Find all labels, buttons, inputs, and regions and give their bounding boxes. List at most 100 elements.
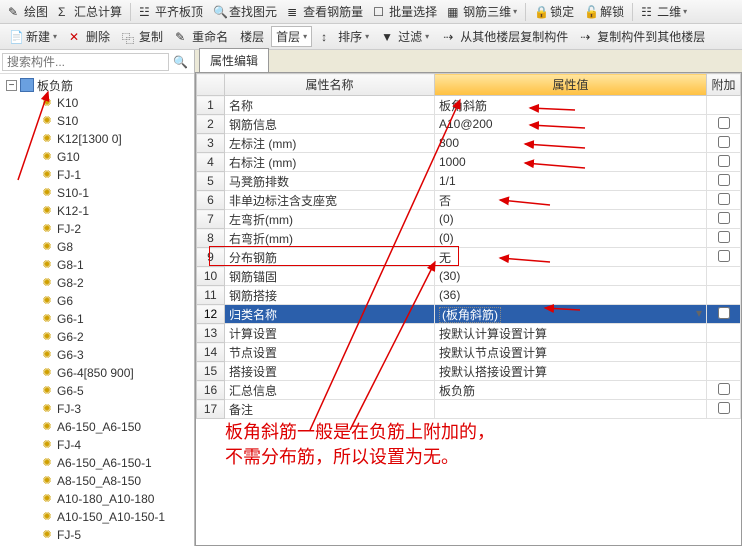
tree-item[interactable]: ✺G10 (4, 148, 194, 166)
property-value[interactable]: 板负筋 (435, 381, 707, 400)
property-value[interactable]: (30) (435, 267, 707, 286)
property-addcheck[interactable] (707, 286, 741, 305)
property-addcheck[interactable] (707, 400, 741, 419)
copyfrom-button[interactable]: ⇢从其他楼层复制构件 (438, 26, 573, 47)
tree-item[interactable]: ✺FJ-2 (4, 220, 194, 238)
property-row[interactable]: 5马凳筋排数1/1 (197, 172, 741, 191)
viewrebar-button[interactable]: ≣查看钢筋量 (283, 1, 367, 22)
checkbox[interactable] (718, 250, 730, 262)
property-row[interactable]: 6非单边标注含支座宽否 (197, 191, 741, 210)
tree-item[interactable]: ✺G8-1 (4, 256, 194, 274)
property-value[interactable]: 800 (435, 134, 707, 153)
property-addcheck[interactable] (707, 343, 741, 362)
property-addcheck[interactable] (707, 248, 741, 267)
tree-item[interactable]: ✺FJ-3 (4, 400, 194, 418)
property-addcheck[interactable] (707, 324, 741, 343)
tree-item[interactable]: ✺G6-5 (4, 382, 194, 400)
checkbox[interactable] (718, 383, 730, 395)
property-addcheck[interactable] (707, 381, 741, 400)
tree-item[interactable]: ✺G6-4[850 900] (4, 364, 194, 382)
tree-item[interactable]: ✺S10 (4, 112, 194, 130)
property-addcheck[interactable] (707, 267, 741, 286)
flatten-button[interactable]: ☳平齐板顶 (135, 1, 207, 22)
property-row[interactable]: 17备注 (197, 400, 741, 419)
property-addcheck[interactable] (707, 305, 741, 324)
property-addcheck[interactable] (707, 191, 741, 210)
property-value[interactable]: 1000 (435, 153, 707, 172)
property-value[interactable] (435, 400, 707, 419)
checkbox[interactable] (718, 136, 730, 148)
property-value[interactable]: 按默认节点设置计算 (435, 343, 707, 362)
rename-button[interactable]: ✎重命名 (170, 26, 233, 47)
property-grid[interactable]: 属性名称 属性值 附加 1名称板角斜筋2钢筋信息A10@2003左标注 (mm)… (195, 72, 742, 546)
delete-button[interactable]: ✕删除 (64, 26, 115, 47)
2d-button[interactable]: ☷二维▾ (637, 1, 691, 22)
property-value[interactable]: 无 (435, 248, 707, 267)
property-row[interactable]: 15搭接设置按默认搭接设置计算 (197, 362, 741, 381)
rebar3d-button[interactable]: ▦钢筋三维▾ (443, 1, 521, 22)
checkbox[interactable] (718, 117, 730, 129)
tree-item[interactable]: ✺K12[1300 0] (4, 130, 194, 148)
tree-item[interactable]: ✺G6-3 (4, 346, 194, 364)
filter-button[interactable]: ▼过滤▾ (376, 26, 434, 47)
checkbox[interactable] (718, 212, 730, 224)
tree-item[interactable]: ✺A10-150_A10-150-1 (4, 508, 194, 526)
tree-item[interactable]: ✺A8-150_A8-150 (4, 472, 194, 490)
tree-item[interactable]: ✺A6-150_A6-150 (4, 418, 194, 436)
tree-item[interactable]: ✺G8 (4, 238, 194, 256)
findelem-button[interactable]: 🔍查找图元 (209, 1, 281, 22)
collapse-icon[interactable]: − (6, 80, 17, 91)
tree-item[interactable]: ✺K10 (4, 94, 194, 112)
draw-button[interactable]: ✎绘图 (4, 1, 52, 22)
tree-item[interactable]: ✺G6-2 (4, 328, 194, 346)
property-row[interactable]: 3左标注 (mm)800 (197, 134, 741, 153)
tree-item[interactable]: ✺A6-150_A6-150-1 (4, 454, 194, 472)
component-tree[interactable]: − 板负筋 ✺K10✺S10✺K12[1300 0]✺G10✺FJ-1✺S10-… (0, 74, 194, 546)
property-addcheck[interactable] (707, 229, 741, 248)
tree-item[interactable]: ✺FJ-1 (4, 166, 194, 184)
property-addcheck[interactable] (707, 115, 741, 134)
checkbox[interactable] (718, 174, 730, 186)
unlock-button[interactable]: 🔓解锁 (580, 1, 628, 22)
property-addcheck[interactable] (707, 362, 741, 381)
search-input[interactable] (2, 53, 169, 71)
checkbox[interactable] (718, 155, 730, 167)
property-row[interactable]: 1名称板角斜筋 (197, 96, 741, 115)
property-row[interactable]: 11钢筋搭接(36) (197, 286, 741, 305)
property-row[interactable]: 8右弯折(mm)(0) (197, 229, 741, 248)
new-button[interactable]: 📄新建▾ (4, 26, 62, 47)
tab-properties[interactable]: 属性编辑 (199, 48, 269, 72)
property-row[interactable]: 2钢筋信息A10@200 (197, 115, 741, 134)
name-header[interactable]: 属性名称 (225, 74, 435, 96)
checkbox[interactable] (718, 231, 730, 243)
property-row[interactable]: 4右标注 (mm)1000 (197, 153, 741, 172)
value-header[interactable]: 属性值 (435, 74, 707, 96)
property-value[interactable]: (0) (435, 210, 707, 229)
tree-item[interactable]: ✺FJ-5 (4, 526, 194, 544)
property-row[interactable]: 9分布钢筋无 (197, 248, 741, 267)
property-value[interactable]: 板角斜筋 (435, 96, 707, 115)
tree-item[interactable]: ✺A10-180_A10-180 (4, 490, 194, 508)
property-addcheck[interactable] (707, 134, 741, 153)
tree-item[interactable]: ✺FJ-4 (4, 436, 194, 454)
property-row[interactable]: 10钢筋锚固(30) (197, 267, 741, 286)
tree-item[interactable]: ✺S10-1 (4, 184, 194, 202)
property-value[interactable]: (0) (435, 229, 707, 248)
property-value[interactable]: (板角斜筋)▾ (435, 305, 707, 324)
property-row[interactable]: 7左弯折(mm)(0) (197, 210, 741, 229)
floor-select[interactable]: 首层▾ (271, 26, 312, 47)
search-icon[interactable]: 🔍 (169, 55, 192, 69)
property-value[interactable]: 按默认搭接设置计算 (435, 362, 707, 381)
tree-root-node[interactable]: − 板负筋 (4, 76, 194, 94)
property-addcheck[interactable] (707, 210, 741, 229)
checkbox[interactable] (718, 402, 730, 414)
property-value[interactable]: 按默认计算设置计算 (435, 324, 707, 343)
sort-button[interactable]: ↕排序▾ (316, 26, 374, 47)
property-row[interactable]: 12归类名称(板角斜筋)▾ (197, 305, 741, 324)
copy-button[interactable]: ⿻复制 (117, 26, 168, 47)
dropdown-icon[interactable]: ▾ (696, 306, 702, 320)
property-addcheck[interactable] (707, 153, 741, 172)
batchsel-button[interactable]: ☐批量选择 (369, 1, 441, 22)
property-value[interactable]: A10@200 (435, 115, 707, 134)
property-addcheck[interactable] (707, 172, 741, 191)
